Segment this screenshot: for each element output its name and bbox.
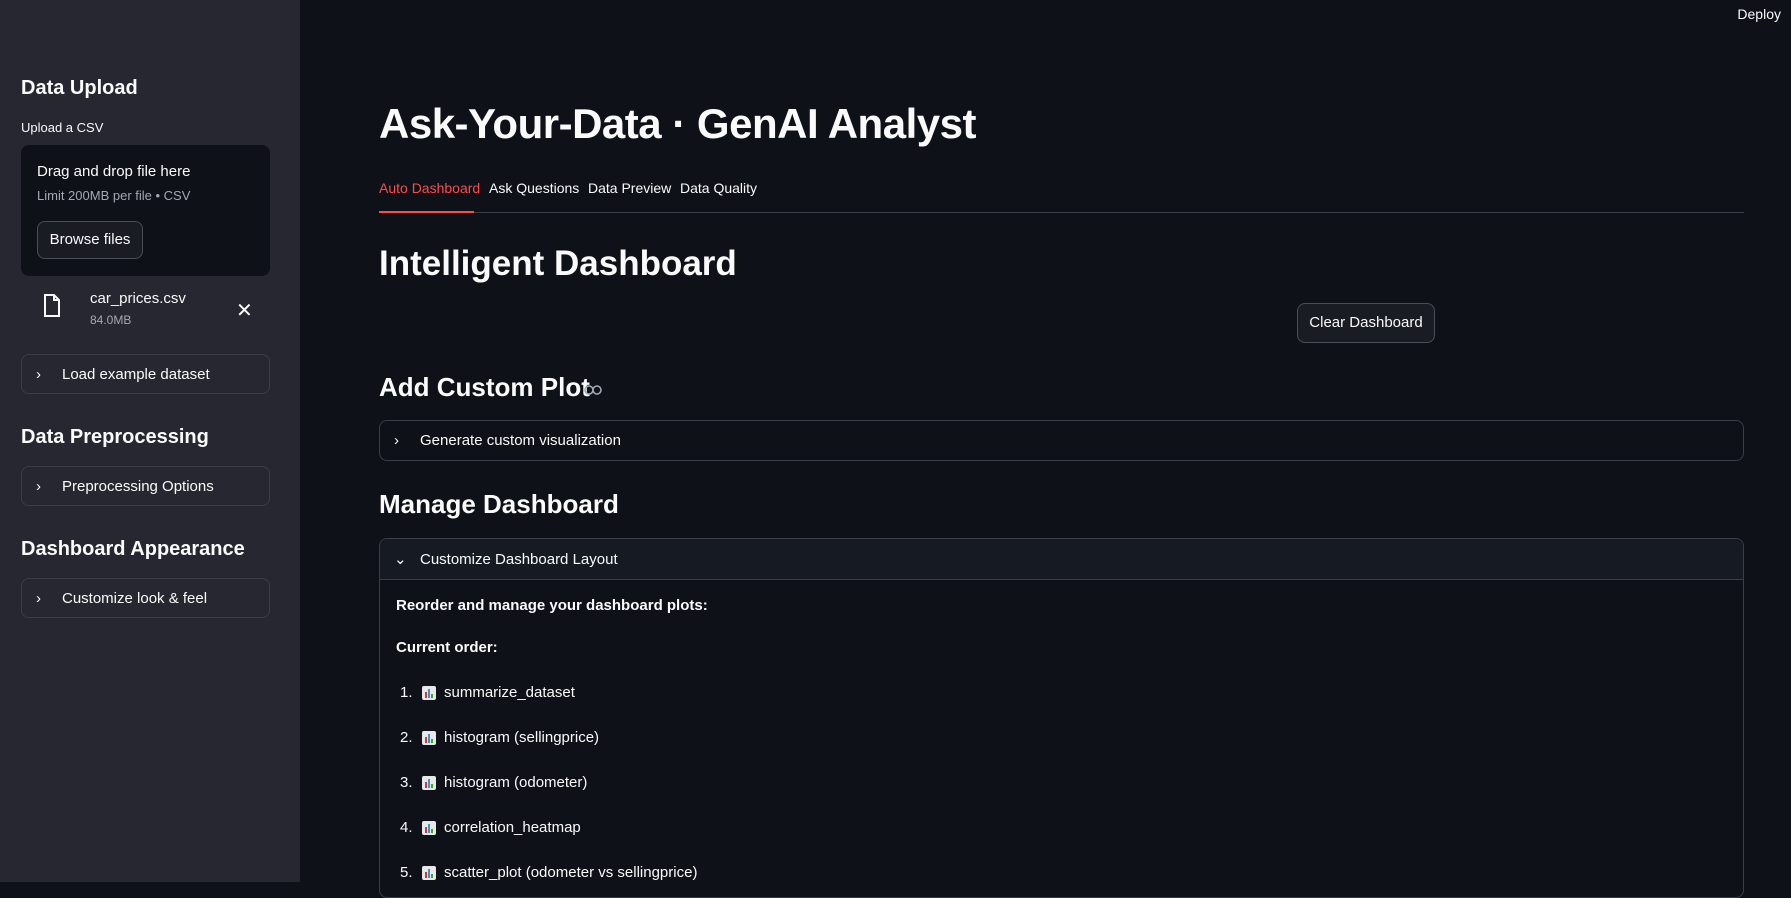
custom-plot-heading: Add Custom Plot [379,372,590,402]
list-item-number: 1. [400,684,413,701]
close-icon[interactable]: ✕ [236,298,253,323]
active-tab-indicator [379,211,474,213]
dashboard-layout-body: Reorder and manage your dashboard plots:… [380,580,1743,881]
bar-chart-icon [422,730,436,745]
manage-heading: Manage Dashboard [379,489,619,519]
page-title: Ask-Your-Data · GenAI Analyst [379,100,976,147]
browse-files-button[interactable]: Browse files [37,221,143,259]
appearance-label: Customize look & feel [62,589,208,607]
preprocessing-expander[interactable]: › Preprocessing Options [21,466,270,506]
list-item: 4. correlation_heatmap [400,819,581,836]
current-order-label: Current order: [396,639,498,656]
tab-ask-questions[interactable]: Ask Questions [489,180,579,196]
chevron-right-icon: › [36,365,41,383]
file-size: 84.0MB [90,313,132,327]
bar-chart-icon [422,820,436,835]
file-name: car_prices.csv [90,290,186,307]
list-item: 1. summarize_dataset [400,684,575,701]
uploaded-file: car_prices.csv 84.0MB ✕ [21,286,270,336]
list-item: 2. histogram (sellingprice) [400,729,599,746]
load-example-label: Load example dataset [62,365,210,383]
chevron-right-icon: › [36,589,41,607]
file-icon [44,294,60,317]
sidebar: Data Upload Upload a CSV Drag and drop f… [0,0,300,882]
dashboard-heading: Intelligent Dashboard [379,244,737,283]
main-content: Deploy Ask-Your-Data · GenAI Analyst Aut… [300,0,1791,898]
link-icon[interactable] [584,384,602,396]
list-item-number: 3. [400,774,413,791]
list-item-label: correlation_heatmap [444,819,581,836]
appearance-expander[interactable]: › Customize look & feel [21,578,270,618]
file-dropzone[interactable]: Drag and drop file here Limit 200MB per … [21,145,270,276]
tab-data-quality[interactable]: Data Quality [680,180,757,196]
dashboard-layout-header[interactable]: ⌄ Customize Dashboard Layout [380,539,1743,580]
list-item: 5. scatter_plot (odometer vs sellingpric… [400,864,697,881]
chevron-down-icon: ⌄ [394,551,407,568]
list-item: 3. histogram (odometer) [400,774,587,791]
list-item-number: 5. [400,864,413,881]
appearance-heading: Dashboard Appearance [21,538,245,560]
reorder-text: Reorder and manage your dashboard plots: [396,597,708,614]
tab-auto-dashboard[interactable]: Auto Dashboard [379,180,480,196]
bar-chart-icon [422,775,436,790]
upload-label: Upload a CSV [21,120,104,135]
upload-heading: Data Upload [21,77,138,99]
deploy-button[interactable]: Deploy [1737,6,1781,22]
dropzone-limit: Limit 200MB per file • CSV [37,188,191,203]
bar-chart-icon [422,865,436,880]
list-item-label: histogram (sellingprice) [444,729,600,746]
list-item-number: 4. [400,819,413,836]
dashboard-layout-expander: ⌄ Customize Dashboard Layout Reorder and… [379,538,1744,898]
list-item-label: summarize_dataset [444,684,575,701]
dashboard-layout-label: Customize Dashboard Layout [420,550,618,568]
preprocessing-heading: Data Preprocessing [21,426,209,448]
tab-bar: Auto Dashboard Ask Questions Data Previe… [379,172,1744,213]
dropzone-title: Drag and drop file here [37,163,191,180]
custom-visualization-label: Generate custom visualization [420,432,621,449]
list-item-label: histogram (odometer) [444,774,588,791]
chevron-right-icon: › [394,432,399,449]
bar-chart-icon [422,685,436,700]
tab-data-preview[interactable]: Data Preview [588,180,671,196]
list-item-number: 2. [400,729,413,746]
custom-visualization-expander[interactable]: › Generate custom visualization [379,420,1744,461]
preprocessing-label: Preprocessing Options [62,477,214,495]
clear-dashboard-button[interactable]: Clear Dashboard [1297,303,1435,343]
load-example-expander[interactable]: › Load example dataset [21,354,270,394]
list-item-label: scatter_plot (odometer vs sellingprice) [444,864,698,881]
chevron-right-icon: › [36,477,41,495]
